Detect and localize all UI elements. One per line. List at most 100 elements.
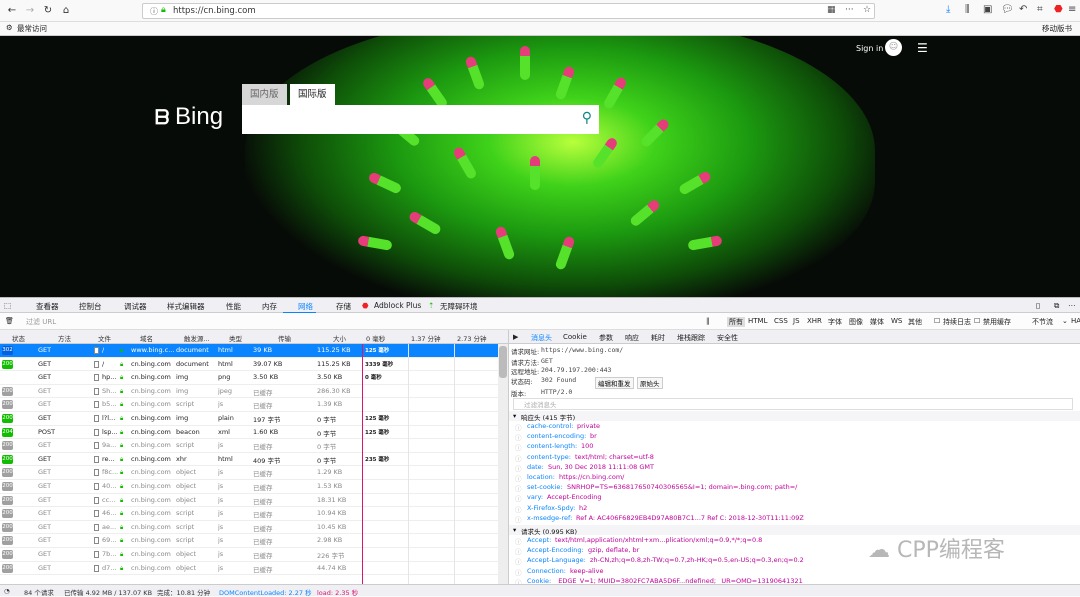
edit-resend-button[interactable]: 编辑和重发	[595, 377, 634, 389]
search-input[interactable]: ⚲	[242, 105, 599, 134]
sidebar-icon[interactable]: ▣	[983, 4, 992, 15]
table-row[interactable]: 200 GET 40... cn.bing.com object js 已缓存 1.53 KB…	[0, 480, 498, 494]
header-help-icon[interactable]: ⓘ	[515, 453, 522, 463]
bookmark-mobile[interactable]: 移动版书	[1042, 23, 1072, 34]
trash-icon[interactable]: 🗑︎	[5, 317, 14, 325]
header-help-icon[interactable]: ⓘ	[515, 442, 522, 452]
col-size[interactable]: 大小	[333, 333, 346, 343]
filter-xhr[interactable]: XHR	[807, 317, 822, 325]
tab-adblock[interactable]: Adblock Plus	[374, 301, 421, 310]
adblock-icon[interactable]: ⬣	[1054, 4, 1063, 15]
tab-response[interactable]: 响应	[625, 333, 639, 343]
avatar[interactable]: ☺	[885, 39, 902, 56]
col-cause[interactable]: 触发源...	[184, 333, 210, 343]
tab-debugger[interactable]: 调试器	[124, 301, 147, 312]
table-row[interactable]: 200 GET re... cn.bing.com xhr html 409 字节 0 字节 🔒…	[0, 453, 498, 467]
header-help-icon[interactable]: ⓘ	[515, 463, 522, 473]
table-row[interactable]: 200 GET b5... cn.bing.com script js 已缓存 1.39 KB…	[0, 398, 498, 412]
filter-other[interactable]: 其他	[908, 317, 922, 327]
filter-fonts[interactable]: 字体	[828, 317, 842, 327]
hamburger-icon[interactable]: ☰	[917, 41, 928, 55]
tab-timings[interactable]: 耗时	[651, 333, 665, 343]
filter-url-input[interactable]: 过滤 URL	[26, 317, 56, 327]
pause-icon[interactable]: ‖	[706, 317, 710, 325]
tab-style-editor[interactable]: 样式编辑器	[167, 301, 205, 312]
popout-icon[interactable]: ⧉	[1054, 301, 1059, 311]
filter-images[interactable]: 图像	[849, 317, 863, 327]
tab-storage[interactable]: 存储	[336, 301, 351, 312]
table-row[interactable]: 200 GET 46... cn.bing.com script js 已缓存 10.94 K…	[0, 507, 498, 521]
home-icon[interactable]: ⌂	[58, 3, 74, 19]
header-help-icon[interactable]: ⓘ	[515, 432, 522, 442]
scrollbar-thumb[interactable]	[499, 346, 507, 378]
search-icon[interactable]: ⚲	[582, 110, 592, 126]
header-help-icon[interactable]: ⓘ	[515, 536, 522, 546]
col-transfer[interactable]: 传输	[278, 333, 291, 343]
tab-domestic[interactable]: 国内版	[242, 84, 287, 105]
table-row[interactable]: 200 GET / cn.bing.com document html 39.07 KB 11…	[0, 358, 498, 372]
url-text[interactable]: https://cn.bing.com	[173, 6, 256, 16]
tab-cookie[interactable]: Cookie	[563, 333, 587, 341]
filter-css[interactable]: CSS	[774, 317, 788, 325]
chat-icon[interactable]: 💬︎	[1001, 4, 1014, 15]
table-row[interactable]: 200 GET 7b... cn.bing.com object js 已缓存 226 字节 🔒…	[0, 548, 498, 562]
library-icon[interactable]: ⫼	[965, 4, 970, 15]
table-row[interactable]: 200 GET Sh... cn.bing.com img jpeg 已缓存 286.30 K…	[0, 385, 498, 399]
raw-headers-button[interactable]: 原始头	[637, 377, 663, 389]
star-icon[interactable]: ☆	[863, 5, 871, 15]
reload-icon[interactable]: ↻	[40, 3, 56, 19]
qr-icon[interactable]: ▦	[827, 5, 836, 15]
tab-stack-trace[interactable]: 堆栈跟踪	[677, 333, 705, 343]
table-row[interactable]: 204 POST lsp... cn.bing.com beacon xml 1.60 KB…	[0, 426, 498, 440]
devtools-menu-icon[interactable]: ⋯	[1068, 301, 1076, 310]
filter-js[interactable]: JS	[793, 317, 800, 325]
crop-icon[interactable]: ⌗	[1037, 4, 1043, 15]
page-actions-icon[interactable]: ···	[845, 5, 854, 15]
filter-all[interactable]: 所有	[727, 317, 745, 327]
bookmark-most-visited[interactable]: 最常访问	[17, 23, 47, 34]
col-domain[interactable]: 域名	[140, 333, 153, 343]
info-icon[interactable]: ⓘ	[150, 6, 158, 17]
col-method[interactable]: 方法	[58, 333, 71, 343]
table-row[interactable]: 200 GET 69... cn.bing.com script js 已缓存 2.98 KB…	[0, 534, 498, 548]
filter-ws[interactable]: WS	[891, 317, 902, 325]
perf-icon[interactable]: ◔	[4, 587, 10, 595]
filter-html[interactable]: HTML	[748, 317, 767, 325]
tab-inspector[interactable]: 查看器	[36, 301, 59, 312]
table-row[interactable]: 200 GET d7... cn.bing.com object js 已缓存 44.74 K…	[0, 562, 498, 576]
throttle-select[interactable]: 不节流	[1032, 317, 1053, 327]
url-bar[interactable]: ⓘ 🔒︎ https://cn.bing.com ▦ ··· ☆	[142, 3, 875, 19]
disable-cache-checkbox[interactable]: ☐	[974, 317, 980, 325]
response-headers-section[interactable]: ▾ 响应头 (415 字节)	[509, 411, 1080, 422]
table-row[interactable]: 200 GET ae... cn.bing.com script js 已缓存 10.45 K…	[0, 521, 498, 535]
table-row[interactable]: 200 GET cc... cn.bing.com object js 已缓存 18.31 K…	[0, 494, 498, 508]
table-row[interactable]: 200 GET 9a... cn.bing.com script js 已缓存 0 字节 🔒︎	[0, 439, 498, 453]
table-row[interactable]: 200 GET f8c... cn.bing.com object js 已缓存 1.29 K…	[0, 466, 498, 480]
panel-toggle-icon[interactable]: ▶	[513, 333, 518, 341]
request-list-scrollbar[interactable]	[498, 344, 508, 584]
header-help-icon[interactable]: ⓘ	[515, 493, 522, 503]
har-menu[interactable]: HA	[1071, 317, 1080, 325]
tab-memory[interactable]: 内存	[262, 301, 277, 312]
tab-params[interactable]: 参数	[599, 333, 613, 343]
dock-icon[interactable]: ▯	[1036, 301, 1040, 310]
pick-element-icon[interactable]: ⬚	[4, 301, 11, 310]
bing-logo[interactable]: ᗷ Bing	[155, 103, 223, 131]
table-row[interactable]: 302 GET / www.bing.c... document html 39 KB 115…	[0, 344, 498, 358]
filter-media[interactable]: 媒体	[870, 317, 884, 327]
tab-accessibility[interactable]: 无障碍环境	[440, 301, 478, 312]
col-type[interactable]: 类型	[229, 333, 242, 343]
col-status[interactable]: 状态	[12, 333, 25, 343]
tab-performance[interactable]: 性能	[226, 301, 241, 312]
persist-log-checkbox[interactable]: ☐	[934, 317, 940, 325]
header-help-icon[interactable]: ⓘ	[515, 473, 522, 483]
tab-console[interactable]: 控制台	[79, 301, 102, 312]
sign-in-link[interactable]: Sign in	[856, 44, 883, 53]
header-help-icon[interactable]: ⓘ	[515, 422, 522, 432]
header-help-icon[interactable]: ⓘ	[515, 556, 522, 566]
col-file[interactable]: 文件	[98, 333, 111, 343]
header-help-icon[interactable]: ⓘ	[515, 567, 522, 577]
tab-security[interactable]: 安全性	[717, 333, 738, 343]
forward-icon[interactable]: →	[22, 3, 38, 19]
header-help-icon[interactable]: ⓘ	[515, 483, 522, 493]
